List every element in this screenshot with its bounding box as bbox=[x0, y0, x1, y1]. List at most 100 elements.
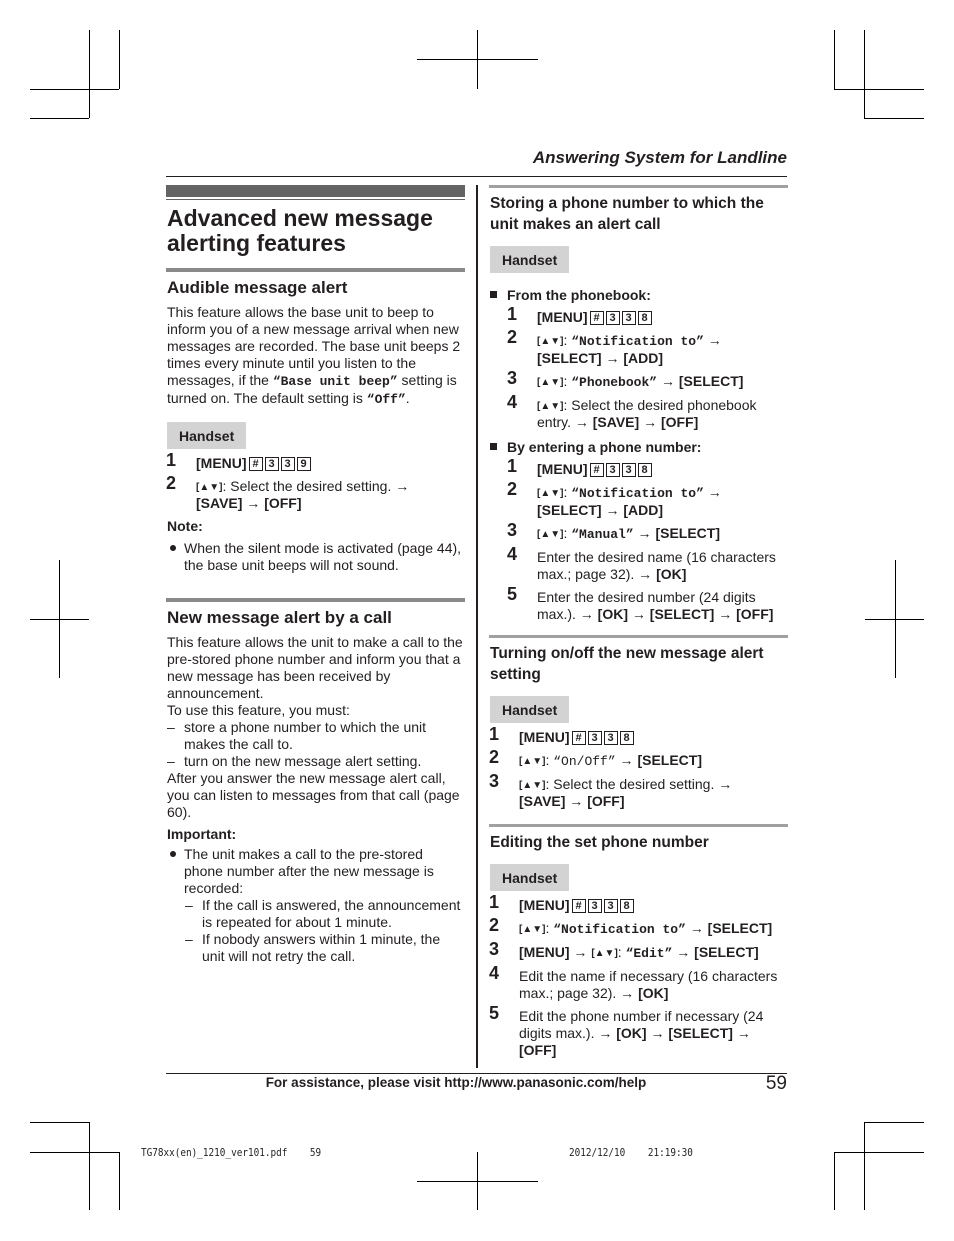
call-must: To use this feature, you must: bbox=[167, 702, 350, 718]
digit-key-icon: 3 bbox=[603, 899, 618, 913]
up-down-nav-icon: [▲▼] bbox=[537, 488, 564, 499]
step: 5 Enter the desired number (24 digits ma… bbox=[507, 584, 774, 622]
digit-key-icon: 3 bbox=[621, 311, 636, 325]
section-title-editing: Editing the set phone number bbox=[490, 834, 709, 851]
setting-name: “Base unit beep” bbox=[272, 374, 398, 389]
step: 1 [MENU] #3 3 9 bbox=[166, 451, 465, 472]
method-heading: From the phonebook: bbox=[489, 287, 788, 304]
hash-key-icon: # bbox=[571, 731, 586, 745]
page-title: Advanced new message alerting features bbox=[167, 205, 433, 256]
up-down-nav-icon: [▲▼] bbox=[537, 401, 564, 412]
step: 2 [▲▼]: “On/Off” → [SELECT] bbox=[489, 747, 703, 769]
step: 3 [▲▼]: “Phonebook” → [SELECT] bbox=[507, 368, 744, 390]
left-column: Advanced new message alerting features A… bbox=[166, 185, 465, 965]
crop-mark bbox=[864, 30, 865, 118]
digit-key-icon: 3 bbox=[280, 457, 295, 471]
title-bar-line bbox=[166, 199, 465, 200]
crop-mark bbox=[834, 1152, 924, 1153]
step: 1 [MENU] #3 3 8 bbox=[489, 893, 788, 914]
step: 3 [▲▼]: Select the desired setting. → [S… bbox=[489, 771, 733, 809]
must-item: – store a phone number to which the unit … bbox=[167, 719, 427, 752]
step: 5 Edit the phone number if necessary (24… bbox=[489, 1003, 764, 1058]
note-label: Note: bbox=[167, 518, 203, 534]
section-title-turning: Turning on/off the new message alert set… bbox=[490, 645, 764, 683]
section-rule bbox=[489, 824, 788, 827]
step: 2 [▲▼]: “Notification to” → [SELECT] → [… bbox=[507, 479, 722, 518]
step: 1 [MENU] #3 3 8 bbox=[489, 725, 788, 746]
page-number: 59 bbox=[765, 1073, 787, 1094]
handset-badge: Handset bbox=[167, 422, 247, 449]
important-sub-item: – If the call is answered, the announceme… bbox=[185, 897, 461, 930]
crop-mark bbox=[834, 89, 924, 90]
up-down-nav-icon: [▲▼] bbox=[196, 482, 223, 493]
digit-key-icon: 3 bbox=[587, 899, 602, 913]
default-value: “Off” bbox=[366, 392, 406, 407]
running-head: Answering System for Landline bbox=[532, 148, 787, 167]
digit-key-icon: 3 bbox=[587, 731, 602, 745]
crop-mark bbox=[89, 1122, 90, 1210]
method-heading: By entering a phone number: bbox=[489, 439, 788, 456]
up-down-nav-icon: [▲▼] bbox=[519, 924, 546, 935]
step: 1 [MENU] #3 3 8 bbox=[489, 305, 788, 326]
up-down-nav-icon: [▲▼] bbox=[537, 377, 564, 388]
step: 2 [▲▼]: “Notification to” → [SELECT] bbox=[489, 915, 773, 937]
digit-key-icon: 3 bbox=[621, 463, 636, 477]
section-title-audible: Audible message alert bbox=[167, 278, 348, 297]
section-title-call: New message alert by a call bbox=[167, 608, 392, 627]
crop-mark bbox=[30, 118, 89, 119]
digit-key-icon: 3 bbox=[264, 457, 279, 471]
step: 4 Enter the desired name (16 characters … bbox=[507, 544, 776, 582]
step: 2 [▲▼]: Select the desired setting. → [S… bbox=[166, 473, 410, 511]
up-down-nav-icon: [▲▼] bbox=[591, 948, 618, 959]
section-rule bbox=[166, 598, 465, 602]
print-timestamp: 2012/12/10 21:19:30 bbox=[569, 1146, 693, 1159]
important-label: Important: bbox=[167, 826, 237, 842]
step: 2 [▲▼]: “Notification to” → [SELECT] → [… bbox=[507, 327, 722, 366]
up-down-nav-icon: [▲▼] bbox=[537, 529, 564, 540]
section-rule bbox=[166, 268, 465, 272]
digit-key-icon: 3 bbox=[605, 311, 620, 325]
digit-key-icon: 8 bbox=[637, 311, 652, 325]
step: 4 [▲▼]: Select the desired phonebook ent… bbox=[507, 392, 757, 430]
title-bar bbox=[166, 185, 465, 197]
section-rule bbox=[489, 185, 788, 188]
column-divider bbox=[476, 185, 478, 1068]
crop-mark bbox=[864, 1122, 924, 1123]
note-item: When the silent mode is activated (page … bbox=[166, 540, 465, 574]
right-column: Storing a phone number to which the unit… bbox=[489, 185, 788, 1065]
step: 3 [▲▼]: “Manual” → [SELECT] bbox=[507, 520, 721, 542]
handset-badge: Handset bbox=[490, 246, 570, 273]
crop-mark bbox=[30, 1122, 89, 1123]
up-down-nav-icon: [▲▼] bbox=[537, 336, 564, 347]
digit-key-icon: 3 bbox=[603, 731, 618, 745]
digit-key-icon: 3 bbox=[605, 463, 620, 477]
crop-mark bbox=[30, 1152, 119, 1153]
hash-key-icon: # bbox=[589, 463, 604, 477]
call-intro: This feature allows the unit to make a c… bbox=[167, 634, 463, 701]
audible-description: This feature allows the base unit to bee… bbox=[167, 304, 461, 407]
print-file-info: TG78xx(en)_1210_ver101.pdf 59 bbox=[141, 1146, 322, 1159]
hash-key-icon: # bbox=[589, 311, 604, 325]
crop-mark bbox=[89, 30, 90, 118]
digit-key-icon: 8 bbox=[619, 899, 634, 913]
crop-mark bbox=[30, 89, 119, 90]
crop-mark bbox=[864, 118, 924, 119]
section-title-storing: Storing a phone number to which the unit… bbox=[490, 195, 764, 233]
step: 4 Edit the name if necessary (16 charact… bbox=[489, 963, 778, 1001]
registration-mark bbox=[30, 619, 89, 620]
crop-mark bbox=[864, 1122, 865, 1210]
header-rule bbox=[166, 176, 787, 177]
handset-badge: Handset bbox=[490, 696, 570, 723]
up-down-nav-icon: [▲▼] bbox=[519, 756, 546, 767]
must-item: – turn on the new message alert setting. bbox=[167, 753, 422, 769]
handset-badge: Handset bbox=[490, 864, 570, 891]
important-item: The unit makes a call to the pre-stored … bbox=[166, 846, 465, 965]
digit-key-icon: 9 bbox=[296, 457, 311, 471]
step: 3 [MENU] → [▲▼]: “Edit” → [SELECT] bbox=[489, 939, 759, 961]
crop-mark bbox=[834, 1152, 835, 1210]
crop-mark bbox=[119, 30, 120, 89]
digit-key-icon: 8 bbox=[619, 731, 634, 745]
crop-mark bbox=[119, 1152, 120, 1210]
assistance-text: For assistance, please visit http://www.… bbox=[265, 1075, 647, 1090]
hash-key-icon: # bbox=[571, 899, 586, 913]
